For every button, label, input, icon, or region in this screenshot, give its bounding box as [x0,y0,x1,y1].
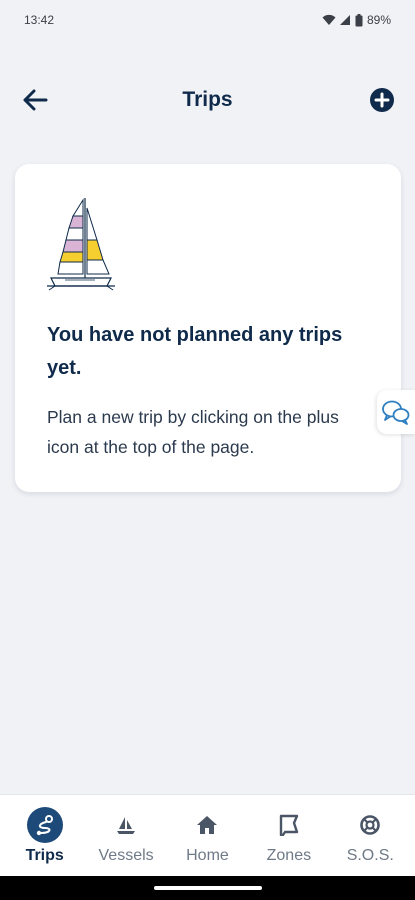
nav-label-zones: Zones [266,847,312,864]
add-trip-button[interactable] [369,87,395,113]
status-time: 13:42 [24,13,55,27]
zone-flag-icon [271,807,307,843]
chat-button[interactable] [377,390,415,434]
status-icons: 89% [322,13,391,27]
nav-item-home[interactable]: Home [167,795,247,865]
sailboat-illustration [47,198,115,291]
empty-state-body: Plan a new trip by clicking on the plus … [47,407,339,457]
bottom-nav: Trips Vessels Home Zones S.O.S. [0,794,415,876]
nav-item-vessels[interactable]: Vessels [86,795,166,865]
signal-icon [339,15,350,25]
home-gesture-handle[interactable] [153,886,262,890]
chat-bubbles-icon [382,400,410,425]
page-title: Trips [182,88,233,111]
home-icon [189,807,225,843]
nav-item-zones[interactable]: Zones [249,795,329,865]
nav-label-vessels: Vessels [98,847,154,864]
empty-state-heading: You have not planned any trips yet. [47,324,343,379]
empty-state-card: You have not planned any trips yet. Plan… [15,164,401,492]
plus-circle-icon [370,88,394,112]
app-bar: Trips [0,72,415,128]
nav-item-trips[interactable]: Trips [5,795,85,865]
nav-label-sos: S.O.S. [346,847,394,864]
trips-route-icon [26,807,63,843]
sailboat-icon [108,807,144,843]
system-gesture-bar [0,876,415,900]
battery-icon [355,13,363,26]
status-bar: 13:42 89% [0,0,415,40]
nav-item-sos[interactable]: S.O.S. [330,795,410,865]
nav-label-trips: Trips [25,847,64,864]
battery-percent: 89% [366,13,391,27]
nav-label-home: Home [186,847,229,864]
arrow-left-icon [23,89,48,111]
back-button[interactable] [20,86,50,114]
wifi-icon [322,14,336,25]
lifebuoy-icon [352,807,388,843]
